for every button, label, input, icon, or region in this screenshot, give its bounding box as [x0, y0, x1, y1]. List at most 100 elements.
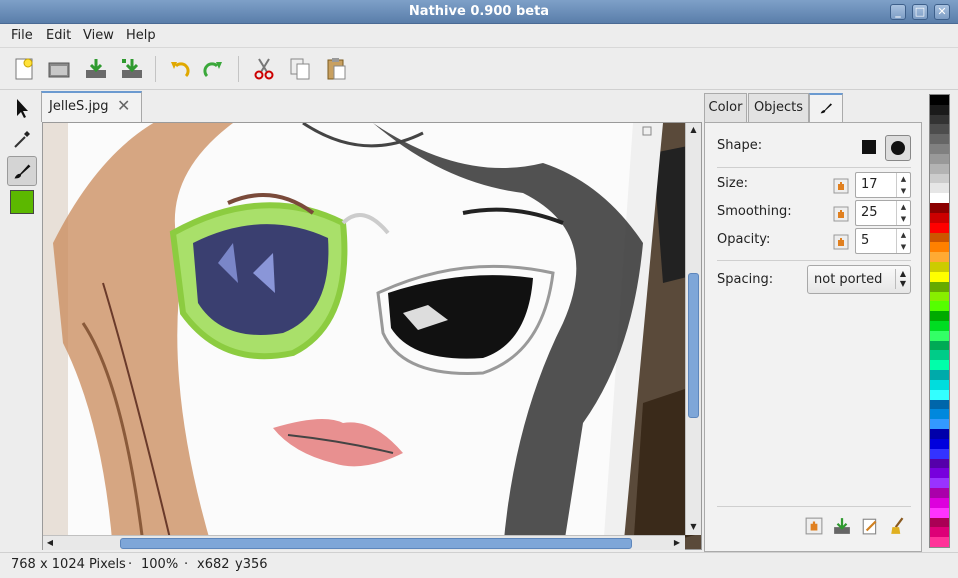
size-down-arrow[interactable]: ▼ — [896, 185, 910, 197]
palette-swatch[interactable] — [930, 370, 949, 381]
palette-swatch[interactable] — [930, 527, 949, 538]
palette-swatch[interactable] — [930, 114, 949, 125]
palette-swatch[interactable] — [930, 271, 949, 282]
palette-swatch[interactable] — [930, 104, 949, 115]
size-spinner[interactable]: 17 ▲ ▼ — [855, 172, 911, 198]
palette-swatch[interactable] — [930, 134, 949, 145]
menu-help[interactable]: Help — [126, 28, 156, 43]
palette-swatch[interactable] — [930, 340, 949, 351]
palette-swatch[interactable] — [930, 507, 949, 518]
palette-swatch[interactable] — [930, 311, 949, 322]
palette-swatch[interactable] — [930, 330, 949, 341]
palette-swatch[interactable] — [930, 497, 949, 508]
save-icon[interactable] — [83, 56, 109, 82]
palette-swatch[interactable] — [930, 281, 949, 292]
palette-swatch[interactable] — [930, 429, 949, 440]
smoothing-down-arrow[interactable]: ▼ — [896, 213, 910, 225]
palette-swatch[interactable] — [930, 419, 949, 430]
palette-swatch[interactable] — [930, 252, 949, 263]
palette-swatch[interactable] — [930, 153, 949, 164]
scroll-up-arrow[interactable]: ▲ — [686, 123, 701, 137]
round-shape-button[interactable] — [885, 135, 911, 161]
menu-edit[interactable]: Edit — [46, 28, 71, 43]
palette-swatch[interactable] — [930, 478, 949, 489]
vertical-scrollbar[interactable]: ▲ ▼ — [685, 123, 701, 535]
palette-swatch[interactable] — [930, 458, 949, 469]
copy-icon[interactable] — [287, 56, 313, 82]
tab-brush-options[interactable] — [809, 93, 843, 122]
save-preset-icon[interactable] — [833, 517, 851, 535]
undo-icon[interactable] — [167, 56, 193, 82]
palette-swatch[interactable] — [930, 517, 949, 528]
clear-preset-icon[interactable] — [889, 517, 907, 535]
palette-swatch[interactable] — [930, 360, 949, 371]
palette-swatch[interactable] — [930, 301, 949, 312]
palette-swatch[interactable] — [930, 222, 949, 233]
pointer-icon[interactable] — [7, 93, 37, 123]
palette-swatch[interactable] — [930, 438, 949, 449]
foreground-color-swatch[interactable] — [10, 190, 34, 214]
hand-icon[interactable] — [833, 178, 849, 194]
scroll-down-arrow[interactable]: ▼ — [686, 520, 701, 534]
palette-swatch[interactable] — [930, 389, 949, 400]
palette-swatch[interactable] — [930, 409, 949, 420]
hand-icon[interactable] — [833, 234, 849, 250]
palette-swatch[interactable] — [930, 173, 949, 184]
horizontal-scroll-thumb[interactable] — [120, 538, 632, 549]
palette-swatch[interactable] — [930, 232, 949, 243]
palette-swatch[interactable] — [930, 291, 949, 302]
vertical-scroll-thumb[interactable] — [688, 273, 699, 418]
hand-preset-icon[interactable] — [805, 517, 823, 535]
hand-icon[interactable] — [833, 206, 849, 222]
palette-swatch[interactable] — [930, 448, 949, 459]
palette-swatch[interactable] — [930, 379, 949, 390]
opacity-up-arrow[interactable]: ▲ — [896, 229, 910, 241]
close-window-button[interactable]: ✕ — [934, 4, 950, 20]
new-icon[interactable] — [11, 56, 37, 82]
palette-swatch[interactable] — [930, 488, 949, 499]
redo-icon[interactable] — [200, 56, 226, 82]
size-up-arrow[interactable]: ▲ — [896, 173, 910, 185]
palette-swatch[interactable] — [930, 144, 949, 155]
cut-icon[interactable] — [251, 56, 277, 82]
palette-swatch[interactable] — [930, 203, 949, 214]
smoothing-spinner[interactable]: 25 ▲ ▼ — [855, 200, 911, 226]
menu-view[interactable]: View — [83, 28, 114, 43]
save-as-icon[interactable] — [119, 56, 145, 82]
open-icon[interactable] — [46, 56, 72, 82]
document-tab[interactable]: JelleS.jpg ✕ — [41, 91, 142, 122]
palette-swatch[interactable] — [930, 124, 949, 135]
opacity-down-arrow[interactable]: ▼ — [896, 241, 910, 253]
maximize-button[interactable]: □ — [912, 4, 928, 20]
palette-swatch[interactable] — [930, 468, 949, 479]
paste-icon[interactable] — [323, 56, 349, 82]
palette-swatch[interactable] — [930, 262, 949, 273]
palette-swatch[interactable] — [930, 399, 949, 410]
palette-swatch[interactable] — [930, 321, 949, 331]
scroll-left-arrow[interactable]: ◀ — [43, 536, 57, 550]
close-tab-icon[interactable]: ✕ — [117, 96, 130, 115]
palette-swatch[interactable] — [930, 242, 949, 253]
palette-swatch[interactable] — [930, 350, 949, 361]
palette-swatch[interactable] — [930, 163, 949, 174]
edit-preset-icon[interactable] — [861, 517, 879, 535]
square-shape-button[interactable] — [862, 140, 876, 154]
smoothing-up-arrow[interactable]: ▲ — [896, 201, 910, 213]
tab-objects[interactable]: Objects — [748, 93, 809, 122]
tab-color[interactable]: Color — [704, 93, 747, 122]
palette-swatch[interactable] — [930, 537, 949, 548]
minimize-button[interactable]: _ — [890, 4, 906, 20]
palette-swatch[interactable] — [930, 95, 949, 105]
palette-swatch[interactable] — [930, 212, 949, 223]
palette-swatch[interactable] — [930, 183, 949, 194]
palette-swatch[interactable] — [930, 193, 949, 204]
spacing-select[interactable]: not ported ▲ ▼ — [807, 265, 911, 294]
scroll-right-arrow[interactable]: ▶ — [670, 536, 684, 550]
opacity-spinner[interactable]: 5 ▲ ▼ — [855, 228, 911, 254]
menu-file[interactable]: File — [11, 28, 33, 43]
horizontal-scrollbar[interactable]: ◀ ▶ — [43, 535, 685, 550]
eyedropper-icon[interactable] — [7, 124, 37, 154]
brush-icon[interactable] — [7, 156, 37, 186]
color-palette[interactable] — [929, 94, 950, 548]
image-canvas[interactable] — [42, 122, 702, 550]
